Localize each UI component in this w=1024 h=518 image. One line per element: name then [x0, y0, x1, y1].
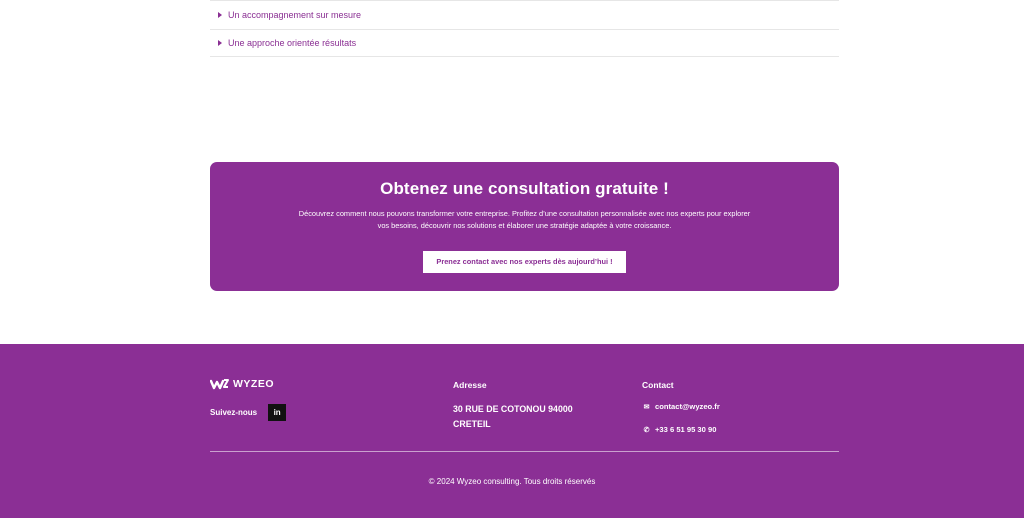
- accordion-item-approche[interactable]: Une approche orientée résultats: [210, 30, 839, 57]
- contact-phone: +33 6 51 95 30 90: [655, 425, 717, 434]
- follow-label: Suivez-nous: [210, 408, 258, 417]
- caret-right-icon: [218, 40, 222, 46]
- footer: WYZEO Suivez-nous in Adresse 30 RUE DE C…: [0, 344, 1024, 518]
- envelope-icon: ✉: [643, 403, 650, 411]
- contact-phone-row[interactable]: ✆ +33 6 51 95 30 90: [642, 425, 717, 434]
- cta-description: Découvrez comment nous pouvons transform…: [298, 209, 751, 230]
- accordion-item-label: Une approche orientée résultats: [228, 38, 357, 48]
- copyright: © 2024 Wyzeo consulting. Tous droits rés…: [428, 477, 596, 486]
- wyzeo-logo-icon: [210, 379, 229, 390]
- caret-right-icon: [218, 12, 222, 18]
- cta-title: Obtenez une consultation gratuite !: [380, 179, 669, 198]
- follow-us: Suivez-nous in: [210, 404, 287, 421]
- contact-experts-button[interactable]: Prenez contact avec nos experts dès aujo…: [423, 251, 626, 273]
- accordion-item-accompagnement[interactable]: Un accompagnement sur mesure: [210, 0, 839, 30]
- contact-email: contact@wyzeo.fr: [655, 402, 720, 411]
- contact-email-row[interactable]: ✉ contact@wyzeo.fr: [642, 402, 720, 411]
- address-text: 30 RUE DE COTONOU 94000 CRETEIL: [453, 404, 573, 429]
- accordion: Un accompagnement sur mesure Une approch…: [210, 0, 839, 57]
- phone-icon: ✆: [643, 426, 650, 434]
- logo-text: WYZEO: [233, 378, 274, 390]
- consultation-cta-card: Obtenez une consultation gratuite ! Déco…: [210, 162, 839, 291]
- address-title: Adresse: [453, 380, 487, 390]
- wyzeo-logo[interactable]: WYZEO: [210, 378, 274, 390]
- footer-divider: [210, 451, 839, 452]
- contact-title: Contact: [642, 380, 674, 390]
- accordion-item-label: Un accompagnement sur mesure: [228, 10, 362, 20]
- linkedin-icon[interactable]: in: [268, 404, 287, 421]
